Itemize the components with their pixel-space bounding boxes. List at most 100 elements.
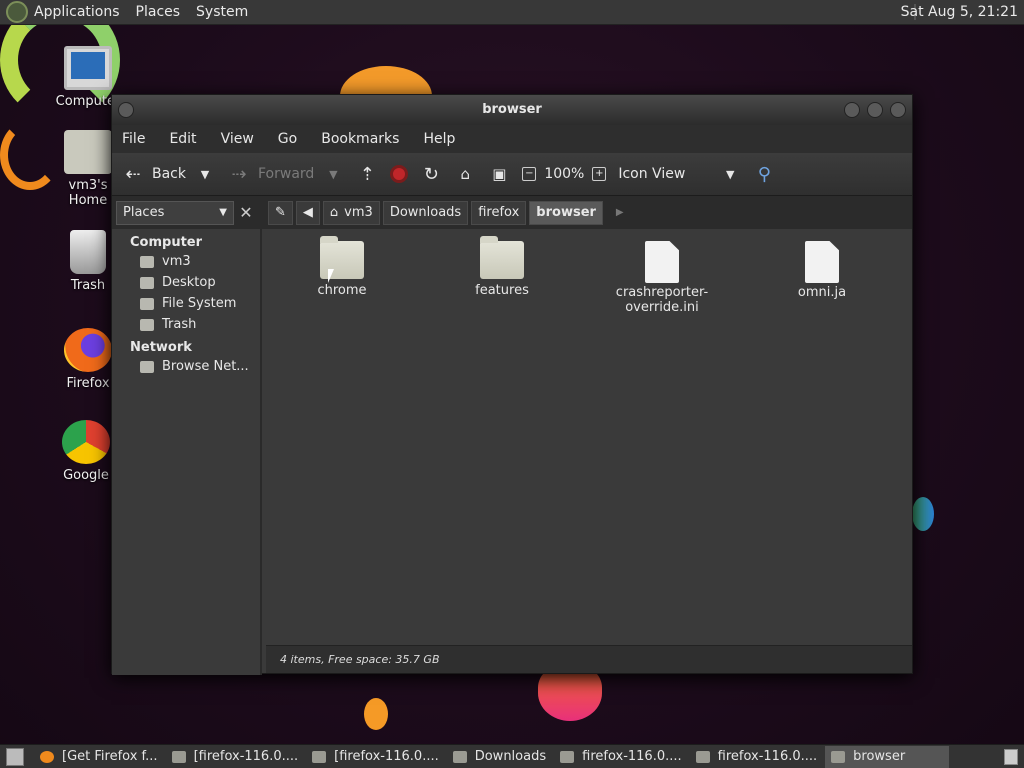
stop-button[interactable] — [390, 165, 409, 183]
menu-edit[interactable]: Edit — [169, 131, 196, 147]
taskbar-item-browser[interactable]: browser — [825, 745, 950, 768]
chevron-down-icon: ▼ — [726, 167, 735, 181]
wallpaper-shape — [364, 698, 388, 730]
file-item-features[interactable]: features — [442, 236, 562, 298]
desktop-icon-label: vm3's Home — [68, 178, 108, 208]
places-menu[interactable]: Places — [136, 4, 181, 20]
home-icon: ⌂ — [460, 165, 471, 183]
zoom-out-button[interactable]: − 100% — [522, 166, 584, 182]
breadcrumb-vm3[interactable]: ⌂ vm3 — [322, 200, 380, 225]
folder-icon — [831, 750, 846, 763]
taskbar-item-archive[interactable]: firefox-116.0.... — [690, 746, 824, 768]
firefox-icon — [40, 750, 54, 763]
back-button[interactable]: ⇠ Back ▼ — [122, 163, 216, 185]
menu-help[interactable]: Help — [423, 131, 455, 147]
reload-icon: ↻ — [423, 163, 439, 185]
sidebar-item-browse-network[interactable]: Browse Net... — [112, 355, 260, 376]
menu-view[interactable]: View — [221, 131, 254, 147]
computer-button[interactable]: ▣ — [488, 163, 510, 185]
workspace-switcher[interactable] — [1004, 748, 1018, 765]
sidebar-item-trash[interactable]: Trash — [112, 313, 260, 334]
desktop-icon-label: Trash — [70, 278, 106, 293]
chevron-down-icon: ▼ — [219, 207, 227, 218]
computer-icon — [64, 46, 112, 90]
zoom-out-icon: − — [522, 167, 537, 181]
stop-icon — [390, 165, 409, 183]
maximize-button[interactable] — [867, 102, 883, 118]
forward-dropdown-icon[interactable]: ▼ — [322, 163, 344, 185]
firefox-icon — [64, 328, 112, 372]
taskbar-item-archive[interactable]: [firefox-116.0.... — [166, 746, 305, 768]
edit-icon: ✎ — [275, 205, 286, 220]
system-menu[interactable]: System — [196, 4, 248, 20]
window-menu-button[interactable] — [118, 102, 134, 118]
back-arrow-icon: ⇠ — [125, 163, 141, 185]
trash-icon — [70, 230, 106, 274]
forward-button[interactable]: ⇢ Forward ▼ — [228, 163, 344, 185]
clock[interactable]: Sat Aug 5, 21:21 — [901, 4, 1018, 20]
view-mode-select[interactable]: Icon View ▼ — [618, 163, 741, 185]
sidebar-item-vm3[interactable]: vm3 — [112, 250, 260, 271]
up-arrow-icon: ⇡ — [359, 163, 375, 185]
archive-icon — [560, 750, 575, 763]
breadcrumb-firefox[interactable]: firefox — [471, 200, 527, 225]
menu-file[interactable]: File — [122, 131, 145, 147]
drive-icon — [140, 297, 154, 310]
archive-icon — [171, 750, 186, 763]
breadcrumb-browser[interactable]: browser — [529, 200, 603, 225]
minimize-button[interactable] — [844, 102, 860, 118]
window-title: browser — [482, 102, 542, 117]
menu-go[interactable]: Go — [278, 131, 297, 147]
home-button[interactable]: ⌂ — [454, 163, 476, 185]
folder-icon — [452, 750, 467, 763]
taskbar-item-archive[interactable]: firefox-116.0.... — [554, 746, 688, 768]
desktop-folder-icon — [140, 276, 154, 289]
close-button[interactable] — [890, 102, 906, 118]
zoom-in-button[interactable]: + — [592, 167, 607, 181]
desktop-icon-label: Firefox — [66, 376, 110, 391]
folder-icon — [312, 750, 327, 763]
home-folder-icon — [64, 130, 112, 174]
breadcrumb-scroll-left[interactable]: ◀ — [295, 200, 320, 225]
top-panel: Applications Places System Sat Aug 5, 21… — [0, 0, 1024, 25]
up-button[interactable]: ⇡ — [356, 163, 378, 185]
sidebar-section-network: Network — [130, 340, 192, 355]
taskbar-item-firefox[interactable]: [Get Firefox f... — [34, 746, 164, 768]
distro-logo-icon[interactable] — [6, 1, 28, 23]
file-manager-window: browser File Edit View Go Bookmarks Help… — [111, 94, 913, 675]
applications-menu[interactable]: Applications — [34, 4, 120, 20]
reload-button[interactable]: ↻ — [420, 163, 442, 185]
location-bar: Places ▼ ✕ ✎ ◀ ⌂ vm3 Downloads firefox b… — [112, 195, 912, 229]
titlebar[interactable]: browser — [112, 95, 912, 125]
home-icon: ⌂ — [329, 205, 339, 220]
file-item-omni[interactable]: omni.ja — [762, 241, 882, 300]
trash-icon — [140, 318, 154, 331]
file-icon — [805, 241, 839, 283]
show-desktop-button[interactable] — [6, 747, 24, 766]
zoom-in-icon: + — [592, 167, 607, 181]
taskbar-item-downloads[interactable]: Downloads — [447, 746, 552, 768]
file-item-chrome[interactable]: chrome — [282, 236, 402, 298]
wallpaper-shape — [912, 497, 934, 531]
taskbar-item-folder[interactable]: [firefox-116.0.... — [306, 746, 445, 768]
computer-icon: ▣ — [492, 165, 507, 183]
menu-bookmarks[interactable]: Bookmarks — [321, 131, 399, 147]
back-dropdown-icon[interactable]: ▼ — [194, 163, 216, 185]
toggle-location-entry-button[interactable]: ✎ — [268, 200, 293, 225]
close-sidebar-icon[interactable]: ✕ — [234, 203, 258, 222]
places-sidebar: Computer vm3 Desktop File System Trash N… — [112, 229, 262, 675]
sidebar-item-file-system[interactable]: File System — [112, 292, 260, 313]
file-item-crashreporter[interactable]: crashreporter- override.ini — [602, 241, 722, 315]
sidebar-item-desktop[interactable]: Desktop — [112, 271, 260, 292]
breadcrumb-scroll-right[interactable]: ▶ — [616, 207, 624, 218]
folder-icon — [320, 236, 364, 279]
sidebar-type-select[interactable]: Places ▼ — [116, 200, 234, 225]
sidebar-section-computer: Computer — [130, 235, 203, 250]
file-view[interactable]: chrome features crashreporter- override.… — [266, 229, 912, 647]
search-icon: ⚲ — [757, 163, 771, 185]
status-bar: 4 items, Free space: 35.7 GB — [266, 645, 912, 673]
text-file-icon — [645, 241, 679, 283]
home-folder-icon — [140, 255, 154, 268]
search-button[interactable]: ⚲ — [753, 163, 775, 185]
breadcrumb-downloads[interactable]: Downloads — [382, 200, 469, 225]
